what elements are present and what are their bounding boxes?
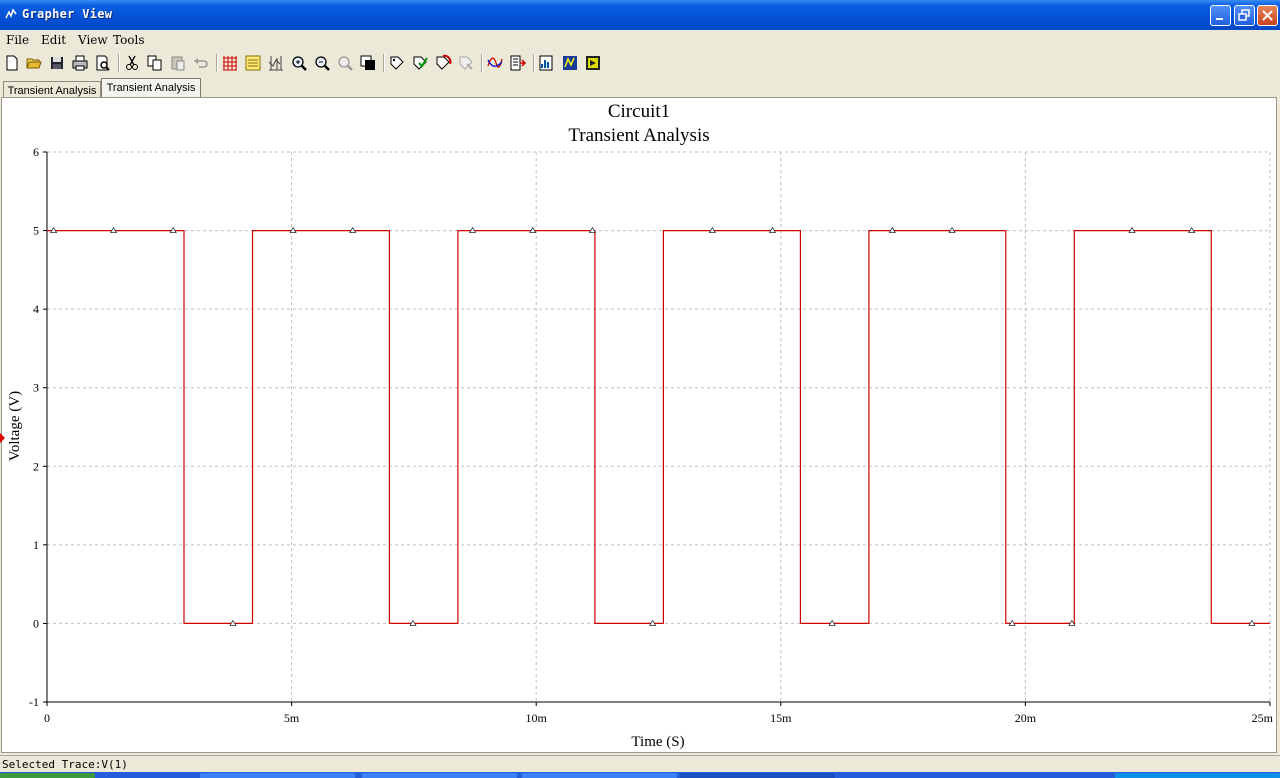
- y-tick-label: 0: [33, 616, 39, 630]
- select-marks-icon: [390, 56, 404, 70]
- transient-graph[interactable]: -1 0 1 2 3 4 5 6 0 5m 10m 15m 20m 25m Circuit1 Transien…: [2, 98, 1276, 752]
- overlay-traces-icon: [436, 54, 452, 70]
- export-labview-icon: [586, 56, 600, 70]
- print-preview-button[interactable]: [94, 54, 112, 72]
- open-icon: [26, 58, 42, 69]
- title-bar: Grapher View: [0, 0, 1280, 30]
- y-tick-label: 3: [33, 381, 39, 395]
- x-tick-label: 10m: [526, 711, 548, 725]
- tab-transient-analysis-2[interactable]: Transient Analysis: [101, 78, 201, 98]
- x-tick-label: 5m: [284, 711, 300, 725]
- y-tick-label: 1: [33, 538, 39, 552]
- export-marks-button[interactable]: [411, 54, 429, 72]
- add-trace-icon: [487, 57, 503, 68]
- select-marks-button[interactable]: [388, 54, 406, 72]
- taskbar-item[interactable]: [362, 773, 517, 778]
- export-labview-button[interactable]: [584, 54, 602, 72]
- x-tick-label: 25m: [1252, 711, 1274, 725]
- close-button[interactable]: [1257, 5, 1278, 26]
- menu-file[interactable]: File: [6, 33, 29, 47]
- y-tick-label: 5: [33, 224, 39, 238]
- cursors-icon: [268, 56, 283, 71]
- tab-strip: Transient Analysis Transient Analysis: [0, 76, 1280, 98]
- y-axis-label: Voltage (V): [7, 391, 23, 461]
- x-tick-label: 0: [44, 711, 50, 725]
- undo-icon: [194, 58, 208, 68]
- copy-button[interactable]: [146, 54, 164, 72]
- restore-icon: [1238, 9, 1250, 21]
- print-icon: [72, 55, 88, 71]
- x-axis-label: Time (S): [631, 734, 684, 750]
- trace-line[interactable]: [47, 230, 1270, 625]
- window-title: Grapher View: [22, 7, 113, 21]
- status-bar: Selected Trace:V(1): [0, 755, 1280, 773]
- print-preview-icon: [96, 55, 110, 71]
- chart-title: Circuit1: [608, 101, 670, 122]
- zoom-out-icon: [315, 56, 330, 71]
- save-button[interactable]: [48, 54, 66, 72]
- y-tick-label: 6: [33, 145, 39, 159]
- menu-view[interactable]: View: [78, 33, 108, 47]
- new-icon: [6, 55, 18, 71]
- selected-trace-indicator: [0, 433, 5, 443]
- paste-icon: [171, 56, 185, 71]
- menu-tools[interactable]: Tools: [113, 33, 145, 47]
- y-tick-label: 4: [33, 302, 39, 316]
- close-icon: [1262, 10, 1273, 21]
- menu-bar: File Edit View Tools: [0, 30, 1280, 50]
- export-marks-icon: [413, 56, 428, 70]
- copy-icon: [147, 55, 162, 71]
- minimize-icon: [1216, 18, 1223, 20]
- y-tick-label: -1: [29, 695, 39, 709]
- grid-button[interactable]: [221, 54, 239, 72]
- taskbar-item[interactable]: [200, 773, 355, 778]
- zoom-out-button[interactable]: [313, 54, 331, 72]
- paste-button[interactable]: [169, 54, 187, 72]
- grapher-app-icon: [5, 8, 17, 19]
- tab-transient-analysis-1[interactable]: Transient Analysis: [3, 81, 101, 98]
- start-button[interactable]: [0, 773, 95, 778]
- open-button[interactable]: [25, 54, 43, 72]
- trace-properties-icon: [510, 55, 527, 71]
- properties-icon: [459, 56, 473, 70]
- zoom-full-button[interactable]: [336, 54, 354, 72]
- cut-icon: [126, 55, 138, 70]
- zoom-in-icon: [292, 56, 307, 71]
- restore-button[interactable]: [1234, 5, 1255, 26]
- new-button[interactable]: [3, 54, 21, 72]
- save-icon: [51, 57, 63, 69]
- y-tick-label: 2: [33, 459, 39, 473]
- grid-icon: [223, 56, 237, 71]
- graph-panel[interactable]: -1 0 1 2 3 4 5 6 0 5m 10m 15m 20m 25m Circuit1 Transien…: [1, 97, 1277, 753]
- taskbar-item-active[interactable]: [680, 773, 835, 778]
- cut-button[interactable]: [123, 54, 141, 72]
- zoom-in-button[interactable]: [290, 54, 308, 72]
- system-tray: [1115, 773, 1280, 778]
- menu-edit[interactable]: Edit: [41, 33, 66, 47]
- export-mathcad-icon: [563, 56, 577, 70]
- status-text: Selected Trace:V(1): [2, 758, 128, 771]
- reverse-colors-icon: [360, 55, 375, 70]
- export-excel-icon: [539, 55, 553, 71]
- zoom-full-icon: [338, 56, 353, 71]
- toolbar: [0, 50, 1280, 77]
- export-excel-button[interactable]: [538, 54, 556, 72]
- cursors-button[interactable]: [267, 54, 285, 72]
- overlay-traces-button[interactable]: [434, 54, 452, 72]
- chart-subtitle: Transient Analysis: [568, 125, 709, 146]
- taskbar-item[interactable]: [522, 773, 677, 778]
- reverse-colors-button[interactable]: [359, 54, 377, 72]
- print-button[interactable]: [71, 54, 89, 72]
- properties-button[interactable]: [457, 54, 475, 72]
- undo-button[interactable]: [192, 54, 210, 72]
- export-mathcad-button[interactable]: [561, 54, 579, 72]
- x-tick-label: 20m: [1015, 711, 1037, 725]
- trace-properties-button[interactable]: [509, 54, 527, 72]
- x-tick-label: 15m: [770, 711, 792, 725]
- legend-icon: [245, 55, 261, 71]
- add-trace-button[interactable]: [486, 54, 504, 72]
- legend-button[interactable]: [244, 54, 262, 72]
- minimize-button[interactable]: [1210, 5, 1231, 26]
